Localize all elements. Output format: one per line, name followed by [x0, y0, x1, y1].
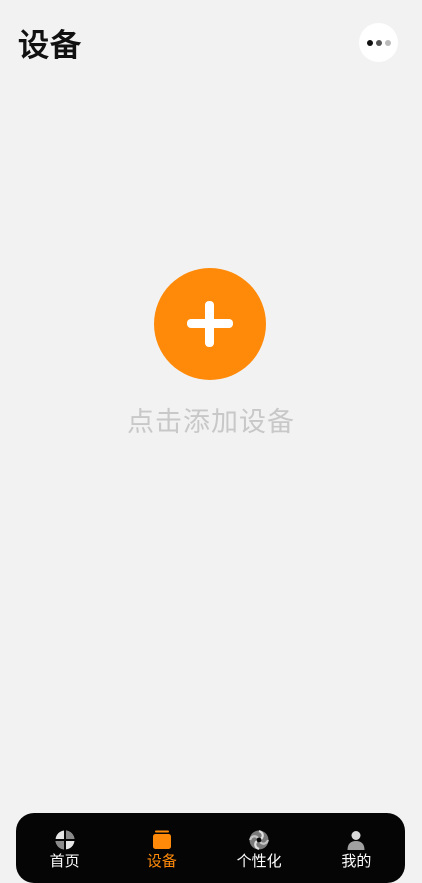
add-device-hint[interactable]: 点击添加设备: [0, 403, 422, 443]
tab-personalize-label: 个性化: [236, 852, 282, 870]
tab-home[interactable]: 首页: [16, 813, 113, 883]
user-icon: [347, 831, 365, 850]
plus-icon-vertical: [205, 301, 214, 347]
tab-devices-label: 设备: [146, 852, 177, 870]
personalize-swirl-icon: [249, 829, 270, 851]
add-device-button[interactable]: [154, 268, 266, 380]
home-sphere-icon: [55, 830, 75, 850]
more-dot-icon: [384, 39, 391, 46]
more-options-button[interactable]: [359, 23, 398, 62]
page-title: 设备: [18, 28, 82, 64]
more-dot-icon: [366, 39, 373, 46]
tab-profile[interactable]: 我的: [308, 813, 405, 883]
device-box-icon: [152, 830, 171, 849]
tab-profile-label: 我的: [341, 852, 372, 870]
tab-home-label: 首页: [49, 852, 80, 870]
tab-personalize[interactable]: 个性化: [211, 813, 308, 883]
bottom-tab-bar: 首页 设备 个性化 我的: [16, 813, 405, 883]
tab-devices[interactable]: 设备: [113, 813, 210, 883]
more-dot-icon: [375, 39, 382, 46]
